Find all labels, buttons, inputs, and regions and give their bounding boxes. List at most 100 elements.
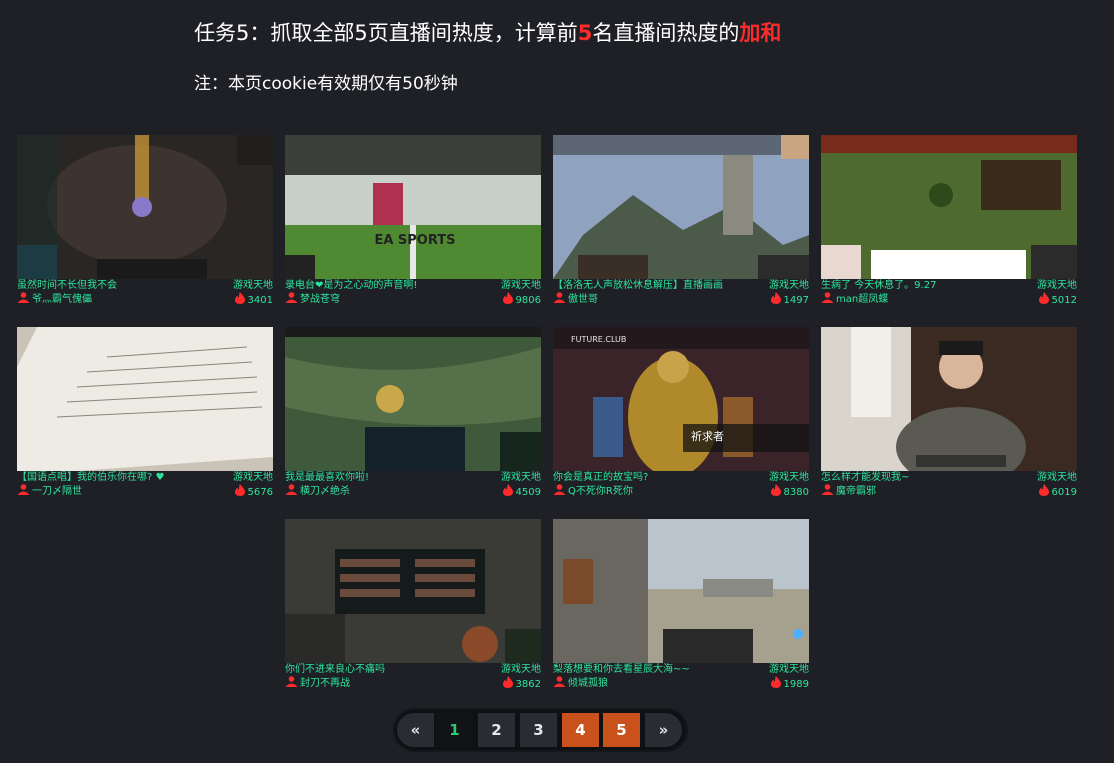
heat-label: 1989: [783, 678, 809, 690]
room-title[interactable]: 你会是真正的故宝吗?: [553, 471, 758, 484]
anchor-name: Q不死你R死你: [553, 484, 633, 499]
room-title[interactable]: 【洛洛无人声放松休息解压】直播画画: [553, 279, 758, 292]
heat-value: 4509: [502, 484, 541, 500]
anchor-name: 魔帝霸邪: [821, 484, 876, 499]
anchor-name: 倾城孤狼: [553, 676, 608, 691]
user-icon: [17, 292, 30, 307]
stream-card[interactable]: 梨落想要和你去看星辰大海~~ 游戏天地 倾城孤狼 1989: [553, 519, 809, 690]
user-icon: [553, 292, 566, 307]
stream-card[interactable]: 你们不进来良心不痛吗 游戏天地 封刀不再战 3862: [285, 519, 541, 690]
room-title[interactable]: 怎么样才能发现我~: [821, 471, 1026, 484]
stream-card[interactable]: FUTURE.CLUB 祈求者 你会是真正的故宝吗? 游戏天地 Q不死你R死你 …: [553, 327, 809, 498]
team-logo-text: FUTURE.CLUB: [571, 335, 626, 344]
heat-label: 8380: [783, 486, 809, 498]
room-title[interactable]: 【国语点唱】我的伯乐你在哪? ♥: [17, 471, 222, 484]
anchor-name: 爷灬霸气傀儡: [17, 292, 92, 307]
flame-icon: [1038, 292, 1050, 308]
heat-value: 3862: [502, 676, 541, 692]
anchor-label: 魔帝霸邪: [836, 486, 876, 497]
room-category: 游戏天地: [1037, 472, 1077, 483]
anchor-label: 封刀不再战: [300, 678, 350, 689]
heat-label: 5012: [1051, 294, 1077, 306]
room-title[interactable]: 我是最最喜欢你啦!: [285, 471, 490, 484]
stream-thumbnail[interactable]: [821, 327, 1077, 471]
heat-value: 9806: [502, 292, 541, 308]
heat-label: 1497: [783, 294, 809, 306]
pagination: « 1 2 3 4 5 »: [393, 708, 688, 752]
heat-value: 3401: [234, 292, 273, 308]
anchor-label: 倾城孤狼: [568, 678, 608, 689]
stream-thumbnail[interactable]: [553, 135, 809, 279]
flame-icon: [770, 292, 782, 308]
stream-thumbnail[interactable]: [285, 327, 541, 471]
heat-label: 4509: [515, 486, 541, 498]
flame-icon: [770, 484, 782, 500]
stream-card[interactable]: 生病了 今天休息了。9.27 游戏天地 man超凤蝶 5012: [821, 135, 1077, 306]
anchor-name: 一刀〆隔世: [17, 484, 82, 499]
anchor-label: 爷灬霸气傀儡: [32, 294, 92, 305]
anchor-name: 封刀不再战: [285, 676, 350, 691]
title-mid: 名直播间热度的: [592, 21, 740, 45]
next-page-button[interactable]: »: [645, 713, 682, 747]
heat-label: 3401: [247, 294, 273, 306]
room-title[interactable]: 生病了 今天休息了。9.27: [821, 279, 1026, 292]
flame-icon: [770, 676, 782, 692]
stream-card[interactable]: EA SPORTS 录电台❤是为之心动的声音啊! 游戏天地 梦战苍穹 9806: [285, 135, 541, 306]
flame-icon: [234, 484, 246, 500]
anchor-label: 傲世哥: [568, 294, 598, 305]
user-icon: [285, 676, 298, 691]
title-number: 5: [577, 21, 593, 45]
stream-thumbnail[interactable]: FUTURE.CLUB 祈求者: [553, 327, 809, 471]
user-icon: [285, 484, 298, 499]
stream-thumbnail[interactable]: [17, 135, 273, 279]
stream-thumbnail[interactable]: [821, 135, 1077, 279]
stream-card[interactable]: 怎么样才能发现我~ 游戏天地 魔帝霸邪 6019: [821, 327, 1077, 498]
room-category: 游戏天地: [501, 280, 541, 291]
stream-thumbnail[interactable]: [17, 327, 273, 471]
anchor-label: Q不死你R死你: [568, 486, 633, 497]
heat-label: 9806: [515, 294, 541, 306]
stream-card[interactable]: 【洛洛无人声放松休息解压】直播画画 游戏天地 傲世哥 1497: [553, 135, 809, 306]
stream-thumbnail[interactable]: EA SPORTS: [285, 135, 541, 279]
cookie-note: 注：本页cookie有效期仅有50秒钟: [194, 74, 458, 94]
stream-card[interactable]: 虽然时间不长但我不会 游戏天地 爷灬霸气傀儡 3401: [17, 135, 273, 306]
flame-icon: [502, 292, 514, 308]
heat-value: 1989: [770, 676, 809, 692]
title-emphasis: 加和: [739, 21, 782, 45]
room-category: 游戏天地: [769, 664, 809, 675]
anchor-label: 横刀〆绝杀: [300, 486, 350, 497]
room-title[interactable]: 你们不进来良心不痛吗: [285, 663, 490, 676]
anchor-label: 梦战苍穹: [300, 294, 340, 305]
heat-value: 1497: [770, 292, 809, 308]
room-category: 游戏天地: [233, 280, 273, 291]
flame-icon: [1038, 484, 1050, 500]
room-title[interactable]: 梨落想要和你去看星辰大海~~: [553, 663, 758, 676]
stream-thumbnail[interactable]: [553, 519, 809, 663]
heat-label: 6019: [1051, 486, 1077, 498]
stream-card[interactable]: 我是最最喜欢你啦! 游戏天地 横刀〆绝杀 4509: [285, 327, 541, 498]
sports-brand: EA SPORTS: [374, 233, 455, 248]
anchor-label: 一刀〆隔世: [32, 486, 82, 497]
stream-card[interactable]: 【国语点唱】我的伯乐你在哪? ♥ 游戏天地 一刀〆隔世 5676: [17, 327, 273, 498]
anchor-name: 梦战苍穹: [285, 292, 340, 307]
prev-page-button[interactable]: «: [397, 713, 434, 747]
page-button-5[interactable]: 5: [603, 713, 640, 747]
user-icon: [821, 292, 834, 307]
user-icon: [553, 484, 566, 499]
room-title[interactable]: 录电台❤是为之心动的声音啊!: [285, 279, 490, 292]
page-button-2[interactable]: 2: [478, 713, 515, 747]
page-button-3[interactable]: 3: [520, 713, 557, 747]
page-button-4[interactable]: 4: [562, 713, 599, 747]
heat-value: 5012: [1038, 292, 1077, 308]
page-button-1[interactable]: 1: [436, 713, 473, 747]
heat-value: 8380: [770, 484, 809, 500]
stream-thumbnail[interactable]: [285, 519, 541, 663]
room-category: 游戏天地: [1037, 280, 1077, 291]
user-icon: [821, 484, 834, 499]
heat-value: 5676: [234, 484, 273, 500]
page-title: 任务5：抓取全部5页直播间热度，计算前5名直播间热度的加和: [194, 17, 781, 47]
heat-label: 3862: [515, 678, 541, 690]
room-title[interactable]: 虽然时间不长但我不会: [17, 279, 222, 292]
user-icon: [285, 292, 298, 307]
heat-label: 5676: [247, 486, 273, 498]
